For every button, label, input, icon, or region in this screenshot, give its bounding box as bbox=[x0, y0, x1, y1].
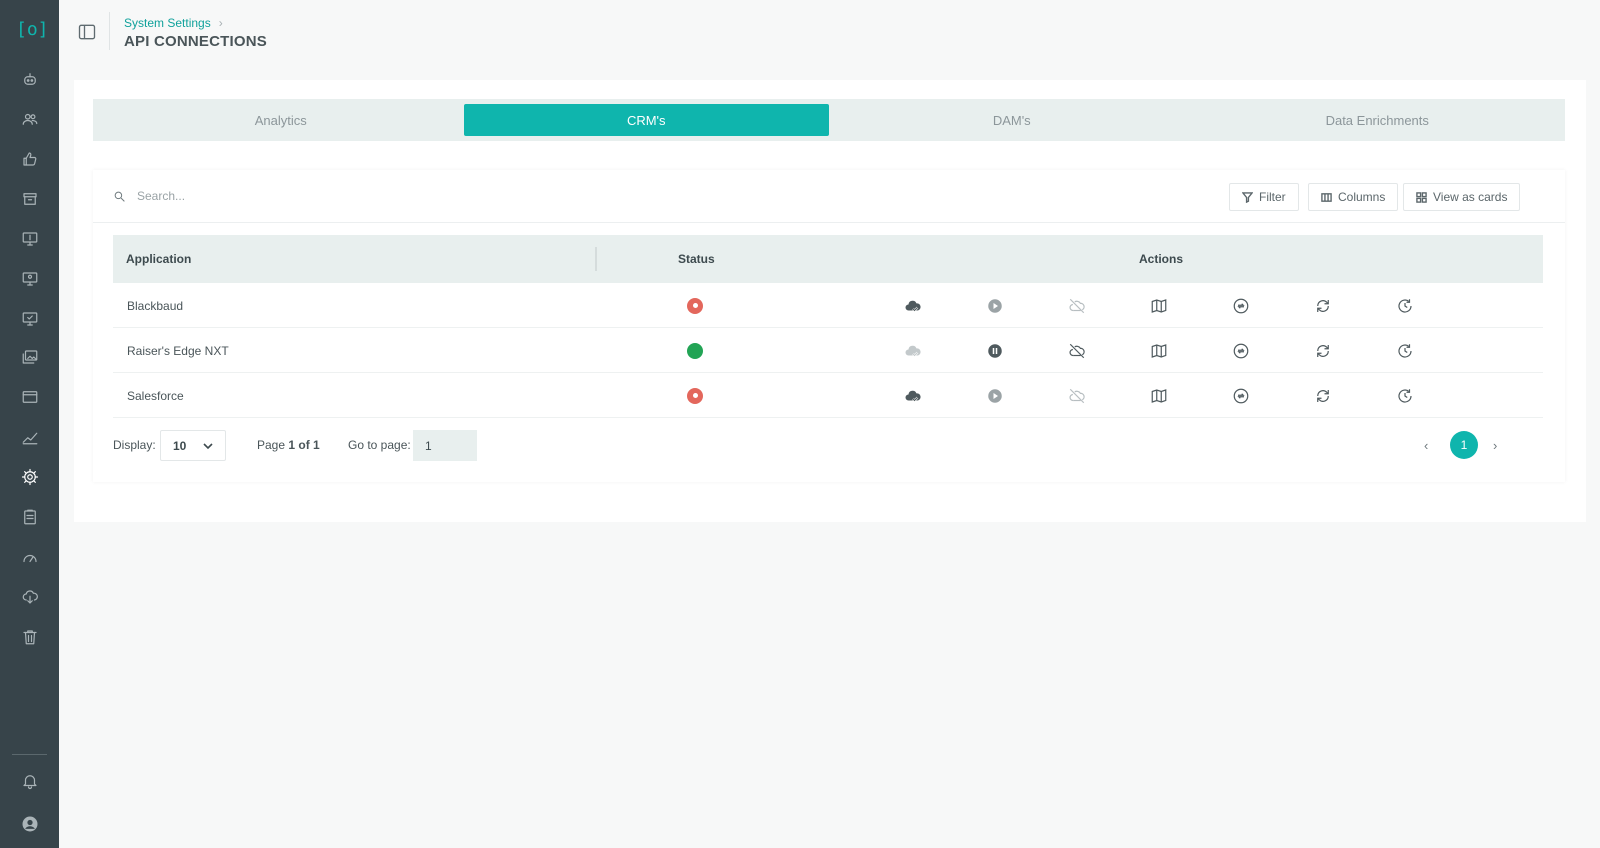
table-row[interactable]: Blackbaud bbox=[113, 283, 1543, 328]
filter-icon bbox=[1242, 191, 1253, 203]
columns-label: Columns bbox=[1338, 190, 1386, 204]
display-label: Display: bbox=[113, 438, 156, 452]
tab-data-enrichments[interactable]: Data Enrichments bbox=[1195, 104, 1561, 136]
table-row[interactable]: Raiser's Edge NXT bbox=[113, 328, 1543, 373]
page-info: 1 of 1 bbox=[288, 438, 320, 452]
column-header-actions: Actions bbox=[1139, 252, 1184, 266]
filter-label: Filter bbox=[1259, 190, 1286, 204]
status-indicator bbox=[687, 328, 703, 373]
connections-table: Application Status Actions Blackbaud Rai… bbox=[113, 235, 1543, 418]
play-icon[interactable] bbox=[985, 296, 1005, 316]
status-indicator bbox=[687, 373, 703, 418]
map-icon[interactable] bbox=[1149, 341, 1169, 361]
account-icon[interactable] bbox=[19, 813, 40, 834]
tab-crms[interactable]: CRM's bbox=[463, 104, 829, 136]
page-prefix: Page bbox=[257, 438, 289, 452]
application-name: Salesforce bbox=[127, 388, 184, 403]
column-resize-handle[interactable] bbox=[595, 247, 597, 271]
map-icon[interactable] bbox=[1149, 296, 1169, 316]
header-divider bbox=[109, 12, 110, 50]
chevron-down-icon bbox=[203, 443, 213, 450]
refresh-icon[interactable] bbox=[1313, 386, 1333, 406]
sync-circle-icon[interactable] bbox=[1231, 341, 1251, 361]
monitor-user-icon[interactable] bbox=[19, 268, 40, 289]
table-toolbar: Filter Columns View as cards bbox=[93, 170, 1565, 223]
cloud-check-icon[interactable] bbox=[903, 296, 923, 316]
refresh-icon[interactable] bbox=[1313, 296, 1333, 316]
gear-icon[interactable] bbox=[19, 466, 40, 487]
tab-bar: Analytics CRM's DAM's Data Enrichments bbox=[93, 99, 1565, 141]
table-row[interactable]: Salesforce bbox=[113, 373, 1543, 418]
display-value: 10 bbox=[173, 438, 187, 453]
breadcrumb: System Settings › bbox=[124, 16, 223, 30]
status-connected-icon bbox=[687, 342, 703, 359]
goto-page-input[interactable] bbox=[413, 430, 477, 461]
users-icon[interactable] bbox=[19, 108, 40, 129]
cloud-off-icon[interactable] bbox=[1067, 341, 1087, 361]
status-disconnected-icon bbox=[687, 387, 703, 404]
column-header-application[interactable]: Application bbox=[126, 235, 191, 283]
tab-dams[interactable]: DAM's bbox=[829, 104, 1195, 136]
application-name: Blackbaud bbox=[127, 298, 184, 313]
thumbs-up-icon[interactable] bbox=[19, 148, 40, 169]
main-card: Analytics CRM's DAM's Data Enrichments F… bbox=[74, 80, 1586, 522]
search-input[interactable] bbox=[137, 184, 537, 208]
column-header-status[interactable]: Status bbox=[678, 235, 715, 283]
display-select[interactable]: 10 bbox=[160, 430, 226, 461]
table-footer: Display: 10 Page 1 of 1 Go to page: ‹ 1 … bbox=[113, 430, 1543, 462]
history-icon[interactable] bbox=[1395, 341, 1415, 361]
archive-icon[interactable] bbox=[19, 188, 40, 209]
sidebar: [o] bbox=[0, 0, 59, 848]
sidebar-toggle-icon[interactable] bbox=[75, 20, 99, 44]
connections-panel: Filter Columns View as cards Application… bbox=[93, 170, 1565, 482]
trend-line-icon[interactable] bbox=[19, 426, 40, 447]
page-header: System Settings › API CONNECTIONS bbox=[59, 0, 1600, 62]
clipboard-icon[interactable] bbox=[19, 506, 40, 527]
cloud-off-icon[interactable] bbox=[1067, 386, 1087, 406]
pause-icon[interactable] bbox=[985, 341, 1005, 361]
sync-circle-icon[interactable] bbox=[1231, 386, 1251, 406]
refresh-icon[interactable] bbox=[1313, 341, 1333, 361]
cloud-check-icon[interactable] bbox=[903, 386, 923, 406]
map-icon[interactable] bbox=[1149, 386, 1169, 406]
speedometer-icon[interactable] bbox=[19, 546, 40, 567]
grid-icon bbox=[1416, 191, 1427, 203]
columns-button[interactable]: Columns bbox=[1308, 183, 1399, 211]
view-as-cards-button[interactable]: View as cards bbox=[1403, 183, 1521, 211]
page-indicator: Page 1 of 1 bbox=[257, 438, 320, 452]
trash-icon[interactable] bbox=[19, 626, 40, 647]
goto-label: Go to page: bbox=[348, 438, 411, 452]
application-name: Raiser's Edge NXT bbox=[127, 343, 229, 358]
cloud-off-icon[interactable] bbox=[1067, 296, 1087, 316]
tab-analytics[interactable]: Analytics bbox=[98, 104, 464, 136]
table-header: Application Status Actions bbox=[113, 235, 1543, 283]
bell-icon[interactable] bbox=[19, 770, 40, 791]
monitor-dollar-icon[interactable] bbox=[19, 228, 40, 249]
history-icon[interactable] bbox=[1395, 296, 1415, 316]
app-logo[interactable]: [o] bbox=[16, 18, 49, 42]
play-icon[interactable] bbox=[985, 386, 1005, 406]
chevron-right-icon: › bbox=[218, 16, 223, 30]
columns-icon bbox=[1321, 192, 1332, 202]
sidebar-divider bbox=[12, 754, 47, 755]
monitor-check-icon[interactable] bbox=[19, 308, 40, 329]
next-page-icon[interactable]: › bbox=[1493, 438, 1497, 453]
previous-page-icon[interactable]: ‹ bbox=[1424, 438, 1428, 453]
cloud-download-icon[interactable] bbox=[19, 586, 40, 607]
search-icon bbox=[113, 190, 127, 204]
images-icon[interactable] bbox=[19, 346, 40, 367]
status-disconnected-icon bbox=[687, 297, 703, 314]
sync-circle-icon[interactable] bbox=[1231, 296, 1251, 316]
status-indicator bbox=[687, 283, 703, 328]
page-button-current[interactable]: 1 bbox=[1450, 431, 1478, 459]
filter-button[interactable]: Filter bbox=[1229, 183, 1299, 211]
history-icon[interactable] bbox=[1395, 386, 1415, 406]
view-as-cards-label: View as cards bbox=[1433, 190, 1508, 204]
browser-window-icon[interactable] bbox=[19, 386, 40, 407]
page-title: API CONNECTIONS bbox=[124, 33, 268, 50]
breadcrumb-link[interactable]: System Settings bbox=[124, 16, 211, 30]
robot-icon[interactable] bbox=[19, 68, 40, 89]
cloud-check-icon[interactable] bbox=[903, 341, 923, 361]
